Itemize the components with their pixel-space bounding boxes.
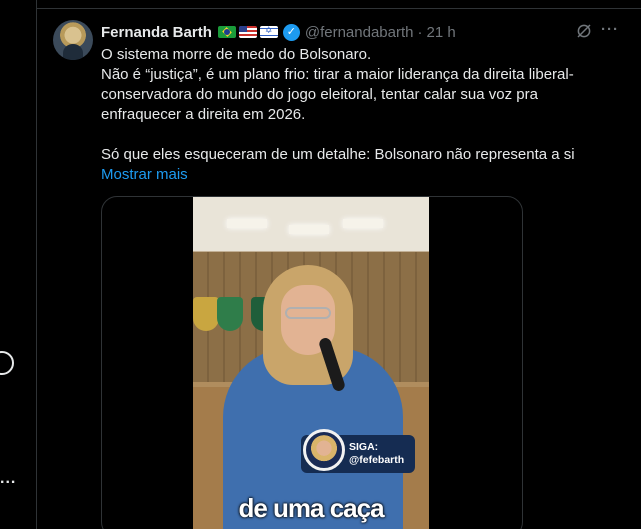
more-dots[interactable]: ... [0, 470, 16, 488]
emblem [217, 297, 243, 331]
tweet[interactable]: Fernanda Barth ✓ @fernandabarth · 21 h ·… [37, 0, 641, 529]
ceiling-light [289, 225, 329, 234]
avatar[interactable] [53, 20, 93, 60]
verified-badge-icon[interactable]: ✓ [282, 23, 300, 41]
brazil-flag-icon [217, 26, 236, 38]
separator: · [417, 23, 423, 41]
show-more-link[interactable]: Mostrar mais [101, 165, 188, 185]
video-caption: de uma caça [238, 493, 384, 523]
emblem [193, 297, 219, 331]
profile-icon[interactable] [0, 351, 14, 375]
follow-label: SIGA: [349, 441, 379, 453]
tweet-line: enfraquecer a direita em 2026. [101, 106, 306, 123]
glasses [285, 307, 331, 319]
follow-handle: @fefebarth [349, 454, 405, 466]
grok-icon[interactable] [575, 22, 593, 40]
tweet-line: Não é “justiça”, é um plano frio: tirar … [101, 66, 574, 83]
tweet-line: Só que eles esqueceram de um detalhe: Bo… [101, 146, 575, 163]
video-player[interactable]: SIGA: @fefebarth de uma caça [101, 196, 523, 529]
author-name[interactable]: Fernanda Barth [101, 24, 212, 41]
divider [37, 8, 641, 9]
page: ... Fernanda Barth ✓ @fernandabarth · 21… [0, 0, 641, 529]
more-icon[interactable]: ··· [601, 20, 621, 40]
sidebar-fragment: ... [0, 0, 37, 529]
tweet-header: Fernanda Barth ✓ @fernandabarth · 21 h [101, 21, 621, 43]
usa-flag-icon [238, 26, 257, 38]
ceiling-light [227, 219, 267, 228]
tweet-line: conservadora do mundo do jogo eleitoral,… [101, 86, 538, 103]
follow-avatar [303, 429, 345, 471]
tweet-text: O sistema morre de medo do Bolsonaro. Nã… [101, 45, 631, 185]
israel-flag-icon [259, 26, 278, 38]
tweet-line: O sistema morre de medo do Bolsonaro. [101, 46, 372, 63]
author-handle[interactable]: @fernandabarth [305, 24, 414, 41]
ceiling-light [343, 219, 383, 228]
video-frame[interactable]: SIGA: @fefebarth de uma caça [193, 197, 429, 529]
timestamp[interactable]: 21 h [427, 24, 456, 41]
